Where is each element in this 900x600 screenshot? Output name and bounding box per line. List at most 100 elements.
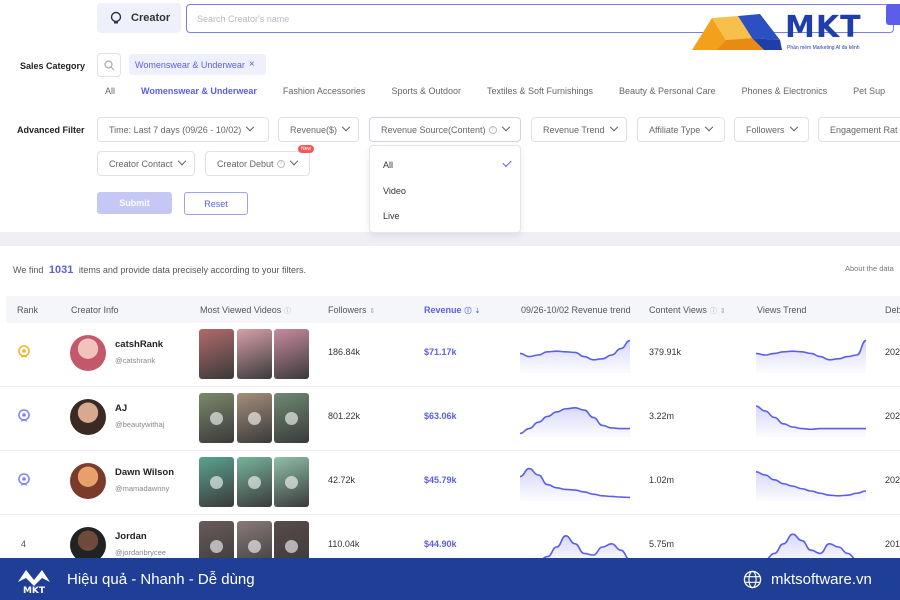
col-revenue[interactable]: Revenue ⓘ ⇣ xyxy=(424,305,480,316)
tab-pet-supplies[interactable]: Pet Sup xyxy=(853,86,885,96)
selected-category-chip[interactable]: Womenswear & Underwear × xyxy=(129,54,266,75)
creator-toggle-label: Creator xyxy=(131,12,171,24)
content-views-value: 1.02m xyxy=(649,475,675,485)
creator-debut-dropdown[interactable]: Creator Debut? xyxy=(205,151,310,176)
followers-dropdown[interactable]: Followers xyxy=(734,117,809,142)
creator-name[interactable]: catshRank xyxy=(115,339,163,350)
revenue-source-label: Revenue Source(Content) xyxy=(381,124,486,135)
tab-all[interactable]: All xyxy=(105,86,115,96)
play-icon xyxy=(248,540,261,553)
creator-contact-label: Creator Contact xyxy=(109,158,173,169)
trend-area xyxy=(520,340,630,373)
chevron-down-icon xyxy=(501,122,510,131)
lightbulb-icon xyxy=(110,11,122,24)
video-thumbnail[interactable] xyxy=(199,393,234,443)
avatar[interactable] xyxy=(70,335,106,371)
search-button[interactable] xyxy=(886,4,900,25)
creator-name[interactable]: Dawn Wilson xyxy=(115,467,174,478)
video-thumbnail[interactable] xyxy=(237,393,272,443)
play-icon xyxy=(210,540,223,553)
play-icon xyxy=(248,412,261,425)
menu-option-all[interactable]: All xyxy=(383,160,393,170)
summary-prefix: We find xyxy=(13,265,44,275)
chevron-down-icon xyxy=(341,122,351,131)
banner-tagline: Hiệu quả - Nhanh - Dễ dùng xyxy=(67,571,255,588)
chip-label: Womenswear & Underwear xyxy=(135,59,245,70)
play-icon xyxy=(210,476,223,489)
sort-icon: ⇕ xyxy=(369,308,376,315)
creator-handle: @beautywithaj xyxy=(115,420,165,429)
video-thumbnail[interactable] xyxy=(274,457,309,507)
results-count: 1031 xyxy=(48,264,74,276)
sort-icon: ⇕ xyxy=(719,308,726,315)
help-icon: ? xyxy=(276,159,285,168)
trend-area xyxy=(756,471,866,501)
followers-value: 42.72k xyxy=(328,475,356,485)
tab-phones-electronics[interactable]: Phones & Electronics xyxy=(742,86,828,96)
help-icon: ⓘ xyxy=(464,308,472,315)
video-thumbnail[interactable] xyxy=(199,329,234,379)
reset-button[interactable]: Reset xyxy=(184,192,248,215)
revenue-trend-chart xyxy=(520,467,630,501)
engagement-rate-dropdown[interactable]: Engagement Rat xyxy=(818,117,900,142)
video-thumbnail[interactable] xyxy=(199,457,234,507)
revenue-dropdown[interactable]: Revenue($) xyxy=(278,117,359,142)
table-row[interactable]: Dawn Wilson @mamadawnny 42.72k $45.79k 1.02m… xyxy=(0,451,900,515)
tab-womenswear-underwear[interactable]: Womenswear & Underwear xyxy=(141,86,257,96)
video-thumbnail[interactable] xyxy=(274,329,309,379)
checkmark-icon xyxy=(502,157,512,168)
summary-suffix: items and provide data precisely accordi… xyxy=(78,265,306,275)
tab-textiles[interactable]: Textiles & Soft Furnishings xyxy=(487,86,593,96)
avatar[interactable] xyxy=(70,463,106,499)
col-debut: Deb xyxy=(885,305,900,315)
creator-name[interactable]: AJ xyxy=(115,403,127,414)
table-row[interactable]: catshRank @catshrank 186.84k $71.17k 379.91k… xyxy=(0,323,900,387)
creator-name[interactable]: Jordan xyxy=(115,531,147,542)
affiliate-type-dropdown[interactable]: Affiliate Type xyxy=(637,117,725,142)
tab-beauty[interactable]: Beauty & Personal Care xyxy=(619,86,716,96)
video-thumbnail[interactable] xyxy=(274,393,309,443)
creator-toggle-button[interactable]: Creator xyxy=(97,3,181,33)
revenue-source-menu: All Video Live xyxy=(369,145,521,233)
content-views-value: 3.22m xyxy=(649,411,675,421)
video-thumbnail[interactable] xyxy=(237,457,272,507)
tab-sports-outdoor[interactable]: Sports & Outdoor xyxy=(391,86,461,96)
col-revenue-label: Revenue xyxy=(424,305,462,315)
play-icon xyxy=(210,412,223,425)
creator-contact-dropdown[interactable]: Creator Contact xyxy=(97,151,195,176)
col-most-viewed: Most Viewed Videos ⓘ xyxy=(200,305,291,316)
revenue-trend-dropdown[interactable]: Revenue Trend xyxy=(531,117,627,142)
table-row[interactable]: AJ @beautywithaj 801.22k $63.06k 3.22m 202 xyxy=(0,387,900,451)
logo-text: MKT xyxy=(785,10,862,45)
category-search-button[interactable] xyxy=(97,53,121,77)
affiliate-type-label: Affiliate Type xyxy=(649,124,701,135)
revenue-source-dropdown[interactable]: Revenue Source(Content)? xyxy=(369,117,521,142)
revenue-value: $63.06k xyxy=(424,411,457,421)
new-badge: New xyxy=(298,145,315,153)
time-dropdown[interactable]: Time: Last 7 days (09/26 - 10/02) xyxy=(97,117,269,142)
rank-medal-icon xyxy=(18,345,30,358)
submit-button[interactable]: Submit xyxy=(97,192,172,214)
col-followers[interactable]: Followers ⇕ xyxy=(328,305,375,315)
views-trend-chart xyxy=(756,339,866,373)
search-icon xyxy=(103,59,114,70)
tab-fashion-accessories[interactable]: Fashion Accessories xyxy=(283,86,366,96)
views-trend-chart xyxy=(756,405,866,437)
menu-option-video[interactable]: Video xyxy=(383,186,406,196)
rank-medal-icon xyxy=(18,409,30,422)
close-icon[interactable]: × xyxy=(249,59,255,70)
chevron-down-icon xyxy=(289,156,298,165)
menu-option-live[interactable]: Live xyxy=(383,211,400,221)
sales-category-label: Sales Category xyxy=(20,61,86,71)
chevron-down-icon xyxy=(789,122,798,131)
col-creator-info: Creator Info xyxy=(71,305,119,315)
col-content-views[interactable]: Content Views ⓘ ⇕ xyxy=(649,305,726,316)
creator-handle: @mamadawnny xyxy=(115,484,170,493)
about-data-link[interactable]: About the data xyxy=(845,264,894,273)
avatar[interactable] xyxy=(70,399,106,435)
banner-website[interactable]: mktsoftware.vn xyxy=(771,571,872,588)
chevron-down-icon xyxy=(609,122,618,131)
trend-area xyxy=(756,406,866,437)
advanced-filter-label: Advanced Filter xyxy=(17,125,85,135)
video-thumbnail[interactable] xyxy=(237,329,272,379)
